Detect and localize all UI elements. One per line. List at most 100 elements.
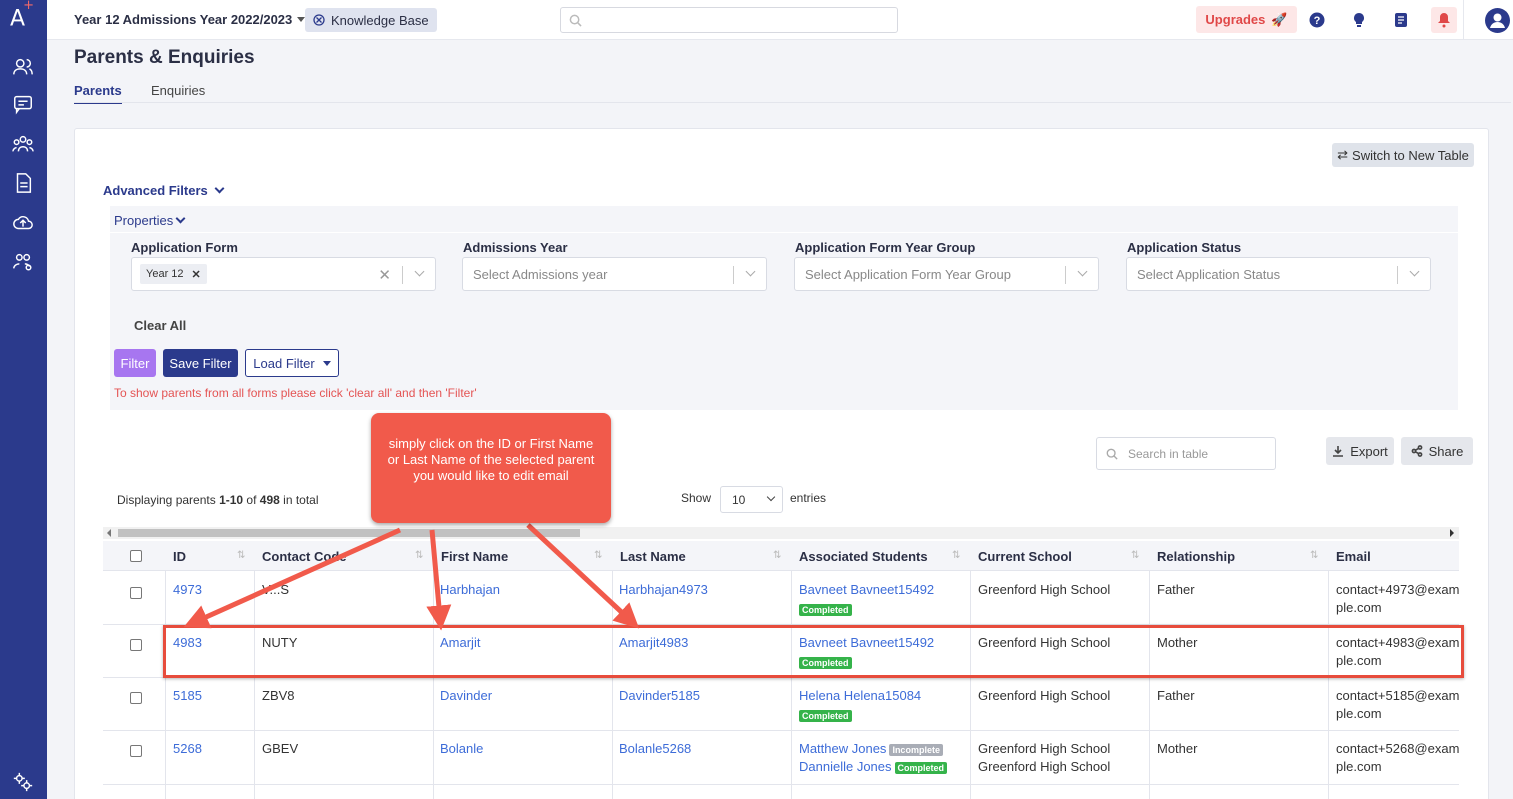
global-search-input[interactable] [560,7,898,33]
column-header-first-name[interactable]: First Name [441,549,508,564]
chevron-down-icon [214,183,225,194]
messages-icon[interactable] [11,92,35,116]
upgrades-button[interactable]: Upgrades 🚀 [1196,6,1297,33]
remove-chip-icon[interactable]: ✕ [192,268,201,281]
divider [1463,0,1464,40]
current-school: Greenford High School [978,582,1111,597]
scroll-left-icon[interactable] [107,529,111,537]
column-header-current-school[interactable]: Current School [978,549,1072,564]
chevron-down-icon [175,213,186,224]
row-checkbox[interactable] [130,639,142,651]
app-logo[interactable]: A+ [10,0,36,31]
column-header-contact-code[interactable]: Contact Code [262,549,347,564]
relationship: Mother [1157,741,1198,756]
scroll-right-icon[interactable] [1450,529,1454,537]
cloud-upload-icon[interactable] [11,211,35,235]
avatar[interactable] [1485,8,1510,33]
sort-icon[interactable]: ⇅ [237,550,245,561]
admissions-year-select[interactable]: Select Admissions year [462,257,767,291]
application-status-select[interactable]: Select Application Status [1126,257,1431,291]
relationship: Father [1157,582,1195,597]
settings-icon[interactable] [11,770,35,794]
notes-icon[interactable] [1390,9,1412,31]
show-label: Show [681,491,712,505]
clear-all-button[interactable]: Clear All [134,318,186,333]
export-button[interactable]: Export [1326,437,1394,465]
divider [110,232,1458,233]
annotation-callout: simply click on the ID or First Name or … [371,413,611,523]
parent-id-link[interactable]: 5268 [173,741,202,756]
sort-icon[interactable]: ⇅ [415,550,423,561]
horizontal-scrollbar[interactable] [103,527,1459,539]
status-badge: Incomplete [889,744,943,756]
scroll-thumb[interactable] [118,529,580,537]
student-link[interactable]: Helena Helena15084 [799,688,921,703]
top-bar: Year 12 Admissions Year 2022/2023 Knowle… [47,0,1513,40]
row-checkbox[interactable] [130,587,142,599]
contact-code: GBEV [262,741,299,756]
sort-icon[interactable]: ⇅ [594,550,602,561]
tab-enquiries[interactable]: Enquiries [151,83,205,98]
share-button[interactable]: Share [1401,437,1473,465]
groups-icon[interactable] [11,132,35,156]
highlighted-row-annotation [163,625,1464,678]
current-school: Greenford High School [978,759,1111,774]
sort-icon[interactable]: ⇅ [1131,550,1139,561]
chevron-down-icon [1409,266,1420,277]
properties-toggle[interactable]: Properties [114,213,186,228]
select-all-checkbox[interactable] [130,550,142,562]
document-icon[interactable] [11,171,35,195]
sort-icon[interactable]: ⇅ [773,550,781,561]
column-header-last-name[interactable]: Last Name [620,549,686,564]
row-checkbox[interactable] [130,692,142,704]
page-size-select[interactable]: 10 [720,486,783,513]
users-icon[interactable] [11,55,35,79]
student-link[interactable]: Dannielle Jones Completed [799,759,948,774]
student-link[interactable]: Bavneet Bavneet15492 [799,582,934,597]
email: contact+4973@example.com [1336,582,1459,615]
year-group-select[interactable]: Select Application Form Year Group [794,257,1099,291]
column-header-id[interactable]: ID [173,549,186,564]
row-checkbox[interactable] [130,745,142,757]
user-settings-icon[interactable] [11,250,35,274]
share-icon [1411,445,1423,457]
last-name-link[interactable]: Davinder5185 [619,688,700,703]
help-icon[interactable]: ? [1306,9,1328,31]
table-row: 4973 V...S Harbhajan Harbhajan4973 Bavne… [103,572,1459,625]
column-header-associated-students[interactable]: Associated Students [799,549,928,564]
table-search-input[interactable]: Search in table [1096,437,1276,470]
relationship: Father [1157,688,1195,703]
application-form-select[interactable]: Year 12 ✕ ✕ [131,257,436,291]
tab-parents[interactable]: Parents [74,83,122,104]
admissions-year-label: Admissions Year [463,240,568,255]
column-header-email[interactable]: Email [1336,549,1371,564]
last-name-link[interactable]: Harbhajan4973 [619,582,708,597]
last-name-link[interactable]: Bolanle5268 [619,741,691,756]
search-icon [569,14,582,27]
chevron-down-icon [766,492,776,502]
parent-id-link[interactable]: 4973 [173,582,202,597]
year-selector[interactable]: Year 12 Admissions Year 2022/2023 [74,12,306,27]
chevron-down-icon [745,266,756,277]
advanced-filters-toggle[interactable]: Advanced Filters [103,183,225,198]
filter-panel: Properties Application Form Year 12 ✕ ✕ A… [110,206,1458,410]
notifications-icon[interactable] [1431,7,1457,33]
student-link[interactable]: Matthew Jones Incomplete [799,741,943,756]
column-header-relationship[interactable]: Relationship [1157,549,1235,564]
first-name-link[interactable]: Bolanle [440,741,483,756]
selected-chip[interactable]: Year 12 ✕ [140,264,207,284]
sort-icon[interactable]: ⇅ [952,550,960,561]
knowledge-base-button[interactable]: Knowledge Base [305,8,437,32]
save-filter-button[interactable]: Save Filter [163,349,238,377]
sort-icon[interactable]: ⇅ [1310,550,1318,561]
first-name-link[interactable]: Davinder [440,688,492,703]
first-name-link[interactable]: Harbhajan [440,582,500,597]
table-header: ID ⇅ Contact Code ⇅ First Name ⇅ Last Na… [103,541,1459,571]
lightbulb-icon[interactable] [1348,9,1370,31]
email: contact+5185@example.com [1336,688,1459,721]
parent-id-link[interactable]: 5185 [173,688,202,703]
clear-icon[interactable]: ✕ [378,266,391,284]
load-filter-button[interactable]: Load Filter [245,349,339,377]
switch-table-button[interactable]: ⇄ Switch to New Table [1332,143,1474,167]
filter-button[interactable]: Filter [114,349,156,377]
